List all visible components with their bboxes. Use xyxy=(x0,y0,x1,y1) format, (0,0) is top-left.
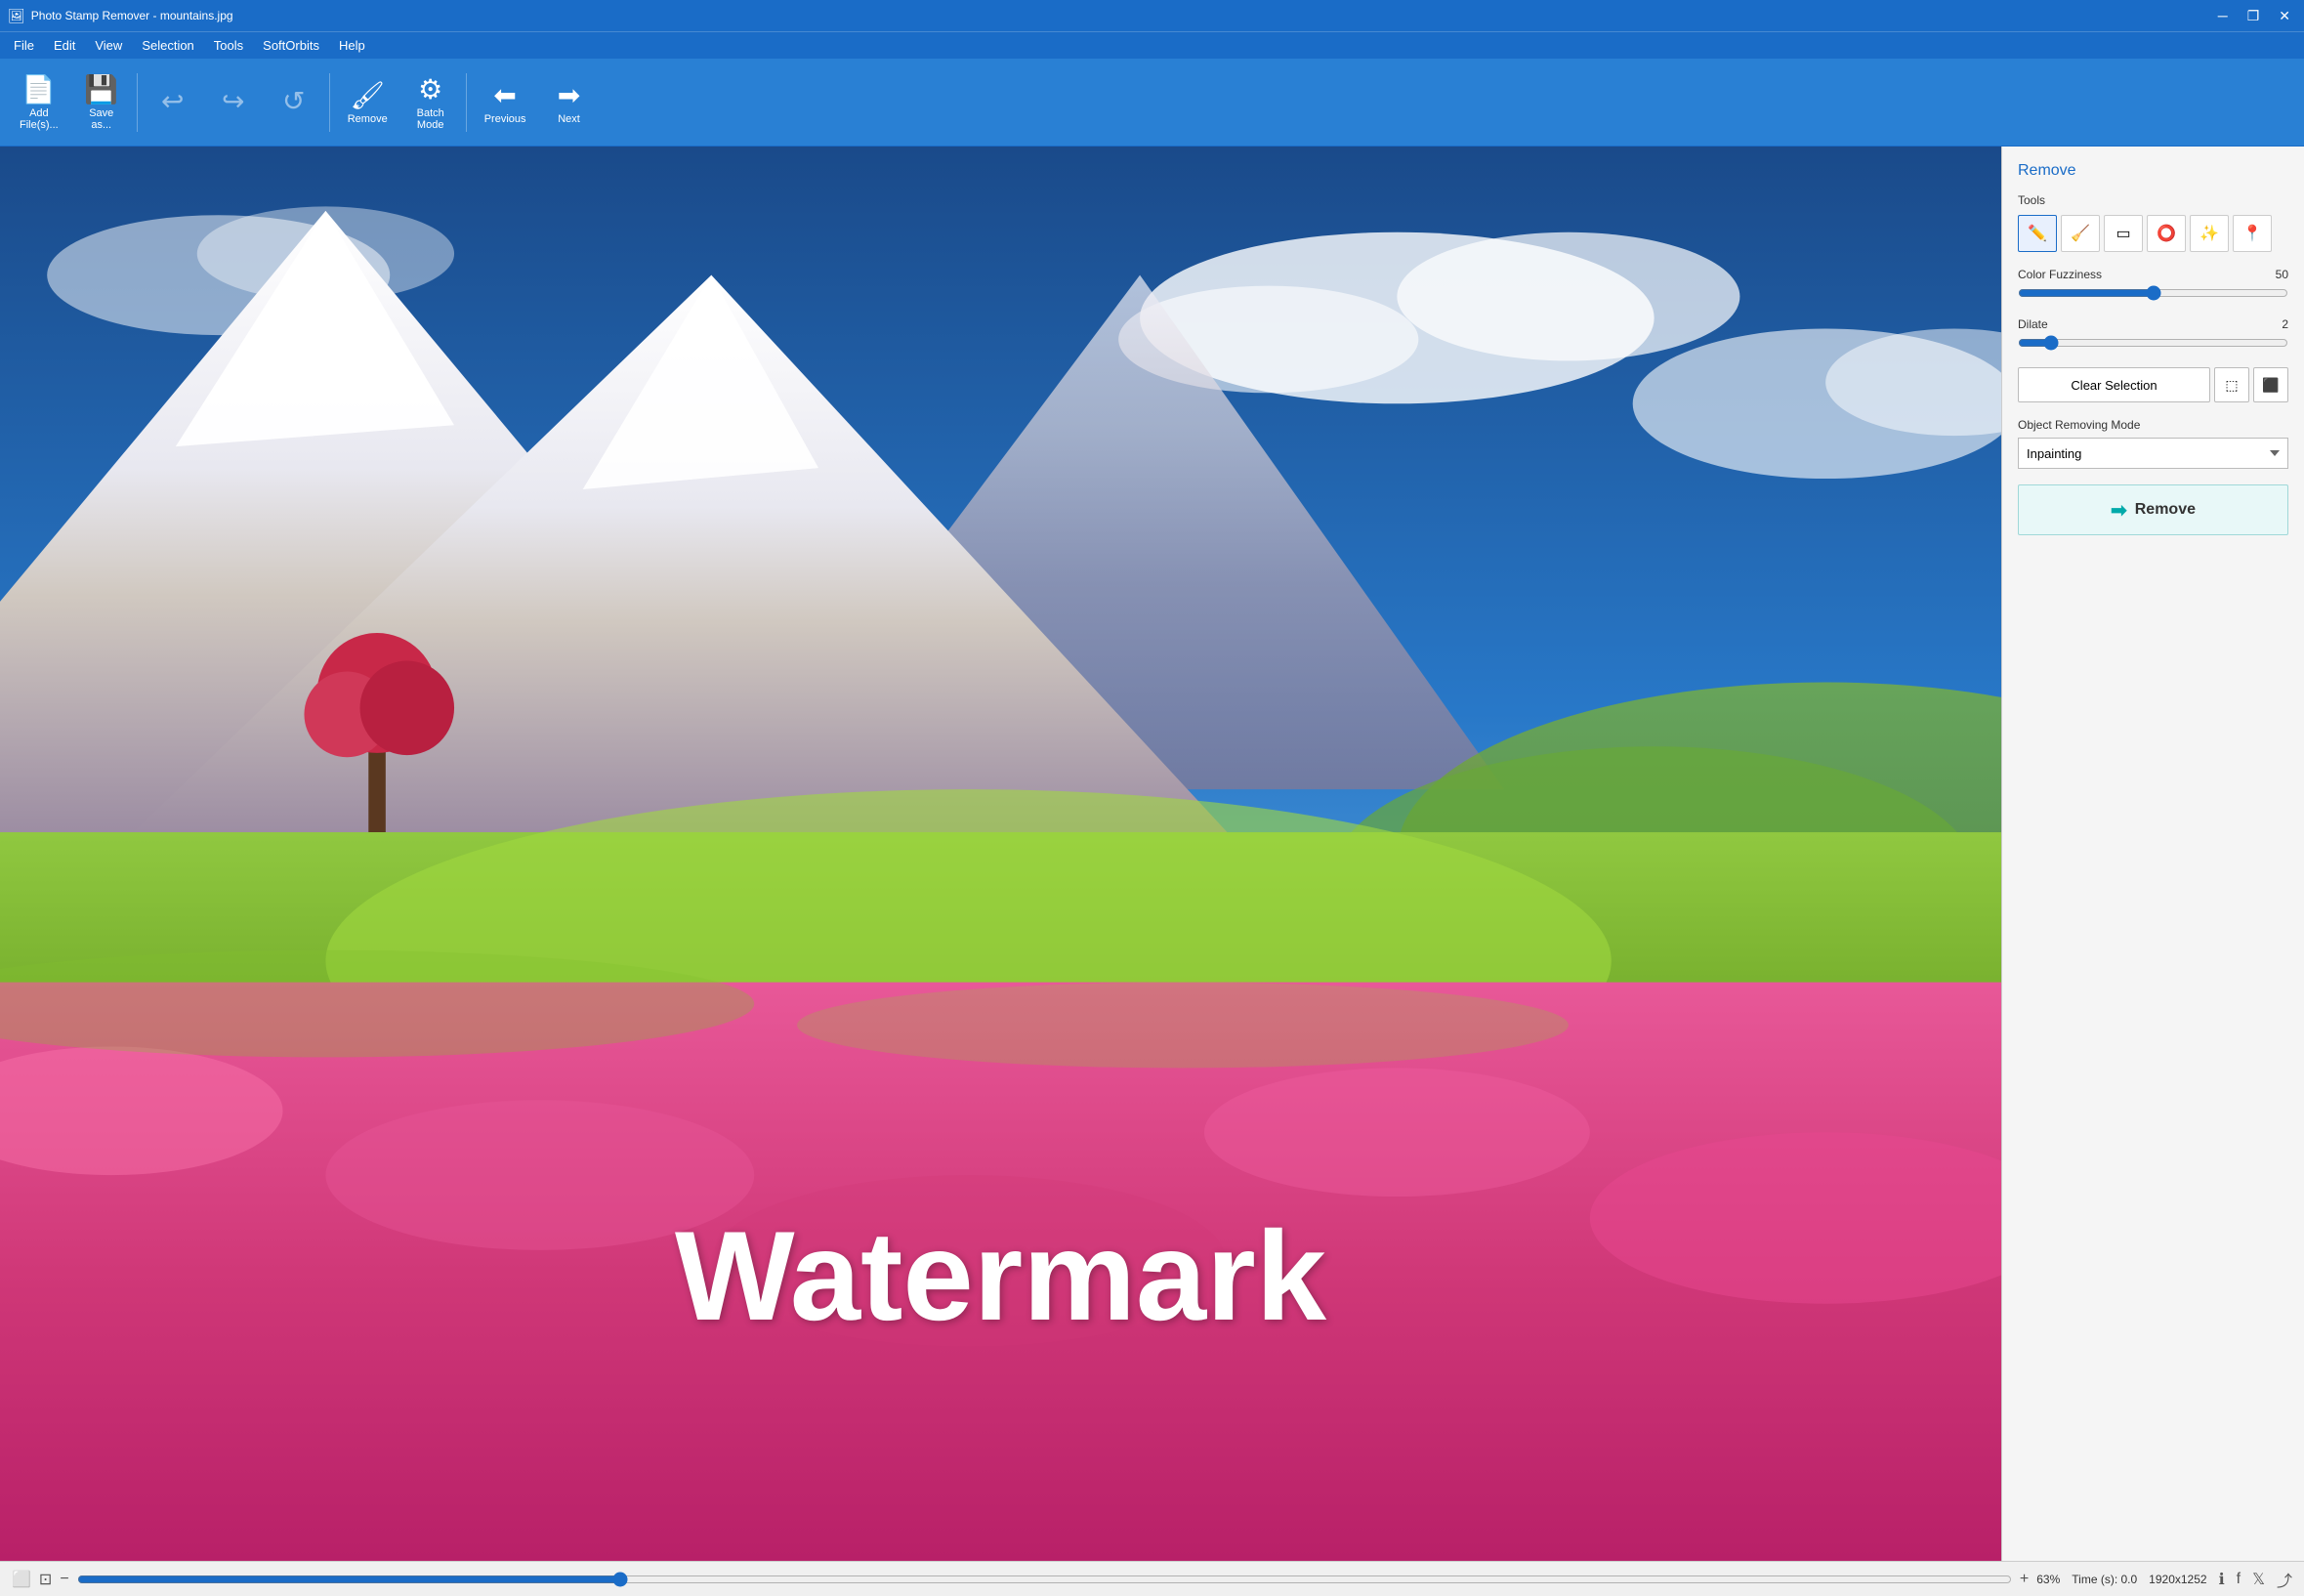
facebook-icon[interactable]: f xyxy=(2237,1571,2241,1588)
minimize-button[interactable]: ─ xyxy=(2212,6,2234,26)
dilate-value: 2 xyxy=(2282,317,2288,331)
menu-softorbits[interactable]: SoftOrbits xyxy=(253,34,329,57)
save-as-icon: 💾 xyxy=(84,73,118,105)
main-area: Watermark Remove Tools ✏️ 🧹 ▭ ⭕ ✨ 📍 Colo… xyxy=(0,147,2304,1561)
add-files-label: AddFile(s)... xyxy=(20,107,59,131)
status-left: ⬜ ⊡ − + 63% xyxy=(12,1570,2060,1589)
color-fuzziness-label: Color Fuzziness xyxy=(2018,268,2102,281)
zoom-in-button[interactable]: + xyxy=(2020,1571,2029,1588)
remove-button-label: Remove xyxy=(2135,501,2196,519)
image-container: Watermark xyxy=(0,147,2001,1561)
tool-lasso[interactable]: ⭕ xyxy=(2147,215,2186,252)
window-title: Photo Stamp Remover - mountains.jpg xyxy=(31,9,2212,22)
status-right: Time (s): 0.0 1920x1252 ℹ f 𝕏 ⤴ xyxy=(2072,1568,2292,1591)
zoom-out-button[interactable]: − xyxy=(60,1571,68,1588)
redo-button[interactable]: ↪ xyxy=(204,65,263,140)
menu-help[interactable]: Help xyxy=(329,34,375,57)
tool-rect[interactable]: ▭ xyxy=(2104,215,2143,252)
clear-selection-button[interactable]: Clear Selection xyxy=(2018,367,2210,402)
close-button[interactable]: ✕ xyxy=(2273,6,2296,26)
previous-button[interactable]: ⬅ Previous xyxy=(473,65,538,140)
menu-tools[interactable]: Tools xyxy=(204,34,253,57)
watermark-text: Watermark xyxy=(675,1202,1326,1349)
toolbar-sep-1 xyxy=(137,73,138,132)
toolbar-sep-2 xyxy=(329,73,330,132)
right-panel: Remove Tools ✏️ 🧹 ▭ ⭕ ✨ 📍 Color Fuzzines… xyxy=(2001,147,2304,1561)
time-label: Time (s): 0.0 xyxy=(2072,1573,2137,1586)
menu-selection[interactable]: Selection xyxy=(132,34,203,57)
tools-label: Tools xyxy=(2018,193,2288,207)
toolbar: 📄 AddFile(s)... 💾 Saveas... ↩ ↪ ↺ 🖌 Remo… xyxy=(0,59,2304,147)
toolbar-sep-3 xyxy=(466,73,467,132)
next-label: Next xyxy=(558,113,580,125)
menu-edit[interactable]: Edit xyxy=(44,34,85,57)
remove-toolbar-icon: 🖌 xyxy=(350,79,385,111)
tool-brush[interactable]: ✏️ xyxy=(2018,215,2057,252)
window-controls: ─ ❐ ✕ xyxy=(2212,6,2296,26)
tool-stamp[interactable]: 📍 xyxy=(2233,215,2272,252)
zoom-percent: 63% xyxy=(2036,1573,2060,1586)
panel-title: Remove xyxy=(2018,162,2288,180)
reset-button[interactable]: ↺ xyxy=(265,65,323,140)
dilate-label: Dilate xyxy=(2018,317,2048,331)
color-fuzziness-value: 50 xyxy=(2276,268,2288,281)
tools-row: ✏️ 🧹 ▭ ⭕ ✨ 📍 xyxy=(2018,215,2288,252)
undo-icon: ↩ xyxy=(161,85,184,117)
redo-icon: ↪ xyxy=(222,85,244,117)
previous-icon: ⬅ xyxy=(493,79,516,111)
tool-magic-wand[interactable]: ✨ xyxy=(2190,215,2229,252)
zoom-actual-button[interactable]: ⊡ xyxy=(39,1570,52,1589)
dilate-slider[interactable] xyxy=(2018,335,2288,351)
restore-button[interactable]: ❐ xyxy=(2241,6,2266,26)
clear-selection-row: Clear Selection ⬚ ⬛ xyxy=(2018,367,2288,402)
save-as-button[interactable]: 💾 Saveas... xyxy=(72,65,131,140)
object-removing-mode-select[interactable]: Inpainting Content-Aware Fill Smear xyxy=(2018,438,2288,469)
save-as-label: Saveas... xyxy=(89,107,113,131)
batch-mode-icon: ⚙ xyxy=(418,73,442,105)
batch-mode-button[interactable]: ⚙ BatchMode xyxy=(401,65,460,140)
info-icon[interactable]: ℹ xyxy=(2219,1570,2225,1589)
canvas-area[interactable]: Watermark xyxy=(0,147,2001,1561)
dilate-header: Dilate 2 xyxy=(2018,317,2288,331)
selection-option-2-button[interactable]: ⬛ xyxy=(2253,367,2288,402)
batch-mode-label: BatchMode xyxy=(417,107,444,131)
color-fuzziness-header: Color Fuzziness 50 xyxy=(2018,268,2288,281)
remove-toolbar-label: Remove xyxy=(348,113,388,125)
zoom-slider[interactable] xyxy=(77,1572,2012,1587)
title-bar: 🖼 Photo Stamp Remover - mountains.jpg ─ … xyxy=(0,0,2304,31)
clear-selection-label: Clear Selection xyxy=(2071,378,2157,393)
dimensions-label: 1920x1252 xyxy=(2149,1573,2206,1586)
tool-eraser[interactable]: 🧹 xyxy=(2061,215,2100,252)
color-fuzziness-row: Color Fuzziness 50 xyxy=(2018,268,2288,304)
remove-toolbar-button[interactable]: 🖌 Remove xyxy=(336,65,399,140)
remove-button[interactable]: ➡ Remove xyxy=(2018,484,2288,535)
app-icon: 🖼 xyxy=(8,8,25,24)
menu-bar: File Edit View Selection Tools SoftOrbit… xyxy=(0,31,2304,59)
share-icon[interactable]: ⤴ xyxy=(2277,1568,2292,1591)
next-icon: ➡ xyxy=(558,79,580,111)
next-button[interactable]: ➡ Next xyxy=(540,65,599,140)
add-files-icon: 📄 xyxy=(21,73,56,105)
reset-icon: ↺ xyxy=(282,85,305,117)
previous-label: Previous xyxy=(484,113,526,125)
add-files-button[interactable]: 📄 AddFile(s)... xyxy=(8,65,70,140)
zoom-fit-button[interactable]: ⬜ xyxy=(12,1570,31,1589)
remove-arrow-icon: ➡ xyxy=(2111,498,2127,523)
object-removing-mode-label: Object Removing Mode xyxy=(2018,418,2288,432)
undo-button[interactable]: ↩ xyxy=(144,65,202,140)
dilate-row: Dilate 2 xyxy=(2018,317,2288,354)
status-bar: ⬜ ⊡ − + 63% Time (s): 0.0 1920x1252 ℹ f … xyxy=(0,1561,2304,1596)
color-fuzziness-slider[interactable] xyxy=(2018,285,2288,301)
twitter-icon[interactable]: 𝕏 xyxy=(2252,1570,2265,1589)
selection-option-1-button[interactable]: ⬚ xyxy=(2214,367,2249,402)
menu-file[interactable]: File xyxy=(4,34,44,57)
menu-view[interactable]: View xyxy=(85,34,132,57)
